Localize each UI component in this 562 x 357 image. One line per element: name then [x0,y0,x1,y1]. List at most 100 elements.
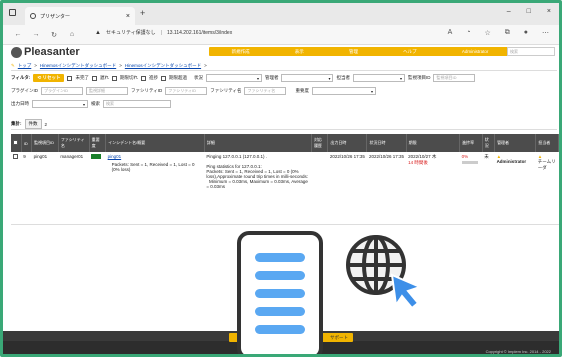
aggregate-bar: 集計: 件数 2 [11,119,47,129]
favorites-icon[interactable]: ☆ [484,29,490,37]
deadline-note: 14 時間後 [408,160,428,165]
menu-view[interactable]: 表示 [295,49,304,55]
header-check[interactable] [13,140,18,145]
col-incident[interactable]: インシデント名/概要 [105,134,205,152]
check-progress-label: 進捗 [148,75,158,80]
collections-icon[interactable]: ⧉ [505,29,510,37]
browser-toolbar: ← → ↻ ⌂ ▲ セキュリティ保護なし | 13.114.202.161/it… [3,25,559,45]
minimize-icon[interactable]: – [507,8,511,15]
breadcrumb-top[interactable]: トップ [18,63,32,69]
owner-name: チームリーダ [537,159,556,170]
check-overdue[interactable] [111,75,117,81]
row-checkbox[interactable] [13,154,18,159]
col-history[interactable]: 対応履歴 [311,134,329,152]
col-severity[interactable]: 重要度 [89,134,107,152]
plugin-id-label: プラグインID [11,88,38,93]
breadcrumb-dashboard-1[interactable]: Hinemosインシデントダッシュボード [40,63,116,69]
home-icon[interactable]: ⌂ [63,31,81,38]
forward-icon[interactable]: → [27,31,45,38]
status-select[interactable]: ▾ [205,74,262,82]
cell-facility: manager01 [58,152,90,225]
facility-id-input[interactable]: ファシリティID [165,87,208,95]
incident-link[interactable]: ping01 [108,154,203,159]
count-button[interactable]: 件数 [24,119,42,129]
header-search-input[interactable]: 検索 [507,47,555,56]
manager-label: 管理者 [264,75,279,80]
check-progress[interactable] [140,75,146,81]
window-menu-icon[interactable] [9,9,16,16]
check-incomplete[interactable] [67,75,73,81]
reset-button[interactable]: ⟲ リセット [33,74,65,82]
extensions-icon[interactable]: ◔ [466,29,470,37]
globe-svg [346,235,423,310]
col-deadline[interactable]: 期限 [406,134,461,152]
col-manager[interactable]: 管理者 [494,134,537,152]
filter-label: フィルタ: [11,75,31,80]
filter-row-3: 出力日時 ▾ 検索 検索 [11,100,171,108]
col-monitor-id[interactable]: 監視項目ID [31,134,59,152]
col-facility[interactable]: ファシリティ名 [58,134,90,152]
check-incomplete-label: 未完了 [75,75,89,80]
menu-help[interactable]: ヘルプ [403,49,417,55]
reload-icon[interactable]: ↻ [45,31,63,39]
incident-summary: Packets: Sent = 1, Received = 1, Lost = … [111,162,195,172]
col-status-date[interactable]: 状況日時 [366,134,407,152]
col-detail[interactable]: 詳細 [204,134,312,152]
breadcrumb-dashboard-2[interactable]: Hinemosインシデントダッシュボード [125,63,201,69]
owner-select[interactable]: ▾ [352,74,405,82]
doc-line [255,325,305,334]
select-all-checkbox[interactable] [11,134,22,152]
monitor-id-input[interactable]: 監視項目ID [433,74,476,82]
status-label: 状況 [193,75,203,80]
col-output-date[interactable]: 出力日時 [327,134,368,152]
doc-line [255,289,305,298]
breadcrumb-pencil-icon: ✎ [11,63,15,68]
app-logo[interactable]: Pleasanter [11,46,80,58]
new-tab-icon[interactable]: + [140,8,145,18]
cursor-icon [390,273,423,310]
cell-severity [89,152,106,225]
menu-user[interactable]: Administrator [462,49,489,54]
col-status[interactable]: 状況 [482,134,496,152]
progress-value: 0% [461,154,469,159]
tab-favicon-icon [30,13,36,19]
menu-manage[interactable]: 管理 [349,49,358,55]
read-aloud-icon[interactable]: A [448,29,453,37]
profile-icon[interactable]: ● [524,29,528,37]
back-icon[interactable]: ← [9,31,27,38]
severity-badge [91,154,102,159]
search-input[interactable]: 検索 [103,100,171,108]
address-warning: セキュリティ保護なし [105,30,156,36]
col-id[interactable]: ID [21,134,33,152]
output-date-select[interactable]: ▾ [32,100,88,108]
warning-icon: ▲ [95,29,101,36]
cell-owner: ▲ チームリーダ [535,152,559,225]
cell-status-date: 2022/10/26 17:35 [366,152,407,225]
col-progress[interactable]: 進捗率 [459,134,483,152]
cell-id: 9 [21,152,32,225]
severity-label: 重要度 [295,88,309,93]
check-deadline[interactable] [160,75,166,81]
plugin-id-input[interactable]: プラグインID [41,87,83,95]
window-controls: – □ × [507,8,551,15]
manager-select[interactable]: ▾ [281,74,334,82]
monitor-detail-input[interactable]: 監視詳細 [86,87,128,95]
tab-title: プリザンター [40,13,71,20]
tab-close-icon[interactable]: × [126,13,130,20]
facility-name-input[interactable]: ファシリティ名 [244,87,287,95]
menu-new[interactable]: 新規作成 [232,49,250,55]
address-separator: | [160,29,162,36]
count-value: 2 [44,121,48,127]
maximize-icon[interactable]: □ [527,8,531,15]
check-late[interactable] [91,75,97,81]
col-owner[interactable]: 担当者 [535,134,559,152]
browser-tab[interactable]: プリザンター × [25,7,135,25]
logo-mark-icon [11,46,22,58]
address-bar[interactable]: ▲ セキュリティ保護なし | 13.114.202.161/items/3/in… [95,29,232,37]
window-close-icon[interactable]: × [547,8,551,15]
cell-deadline: 2022/10/27 木 14 時間後 [406,152,460,225]
severity-select[interactable]: ▾ [311,87,376,95]
more-icon[interactable]: ⋯ [542,29,549,37]
table-row[interactable]: 9 ping01 manager01 ping01 Packets: Sent … [11,152,559,225]
incident-table: ID 監視項目ID ファシリティ名 重要度 インシデント名/概要 詳細 対応履歴… [11,134,559,225]
